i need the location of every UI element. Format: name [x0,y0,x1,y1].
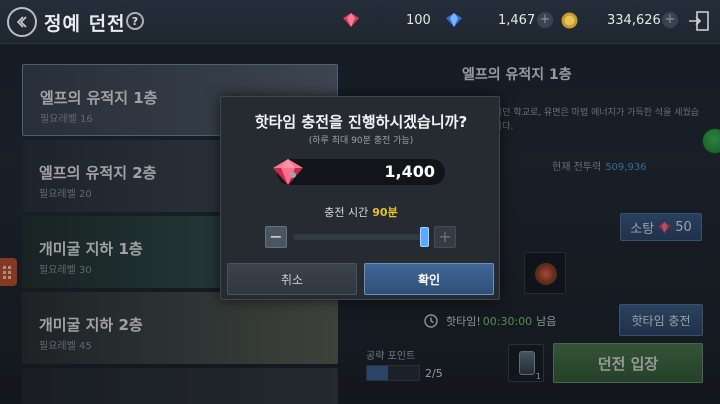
gold-coin-icon [561,12,578,29]
back-button[interactable] [7,7,37,37]
dialog-title: 핫타임 충전을 진행하시겠습니까? [254,113,468,131]
gold-count: 334,626 [607,13,661,28]
add-gold-button[interactable]: + [662,12,678,28]
slider-thumb[interactable] [420,227,429,247]
help-button[interactable]: ? [126,12,144,30]
confirm-button[interactable]: 확인 [364,263,494,295]
charge-time-text: 충전 시간 [324,206,369,219]
charge-time-value: 90분 [372,206,398,219]
exit-icon[interactable] [688,11,710,31]
cancel-button[interactable]: 취소 [227,263,357,295]
top-bar: 정예 던전 ? 100 1,467 + 334,626 + [0,0,720,44]
hottime-charge-dialog: 핫타임 충전을 진행하시겠습니까? (하루 최대 90분 충전 가능) 1,40… [220,96,500,300]
slider-fill [293,234,427,240]
ruby-count: 100 [406,13,431,28]
ruby-gem-icon [343,13,359,27]
back-arrow-icon [16,16,27,28]
page-title: 정예 던전 [44,13,126,35]
increase-time-button[interactable]: + [434,226,456,248]
add-blue-gem-button[interactable]: + [537,12,553,28]
blue-gem-count: 1,467 [498,13,536,28]
blue-gem-icon [446,13,462,27]
cost-amount: 1,400 [384,162,435,181]
decrease-time-button[interactable]: − [265,226,287,248]
dialog-subtitle: (하루 최대 90분 충전 가능) [308,136,414,146]
charge-time-label: 충전 시간 90분 [221,204,501,220]
charge-time-slider[interactable] [293,234,427,240]
ruby-gem-icon [273,159,303,185]
